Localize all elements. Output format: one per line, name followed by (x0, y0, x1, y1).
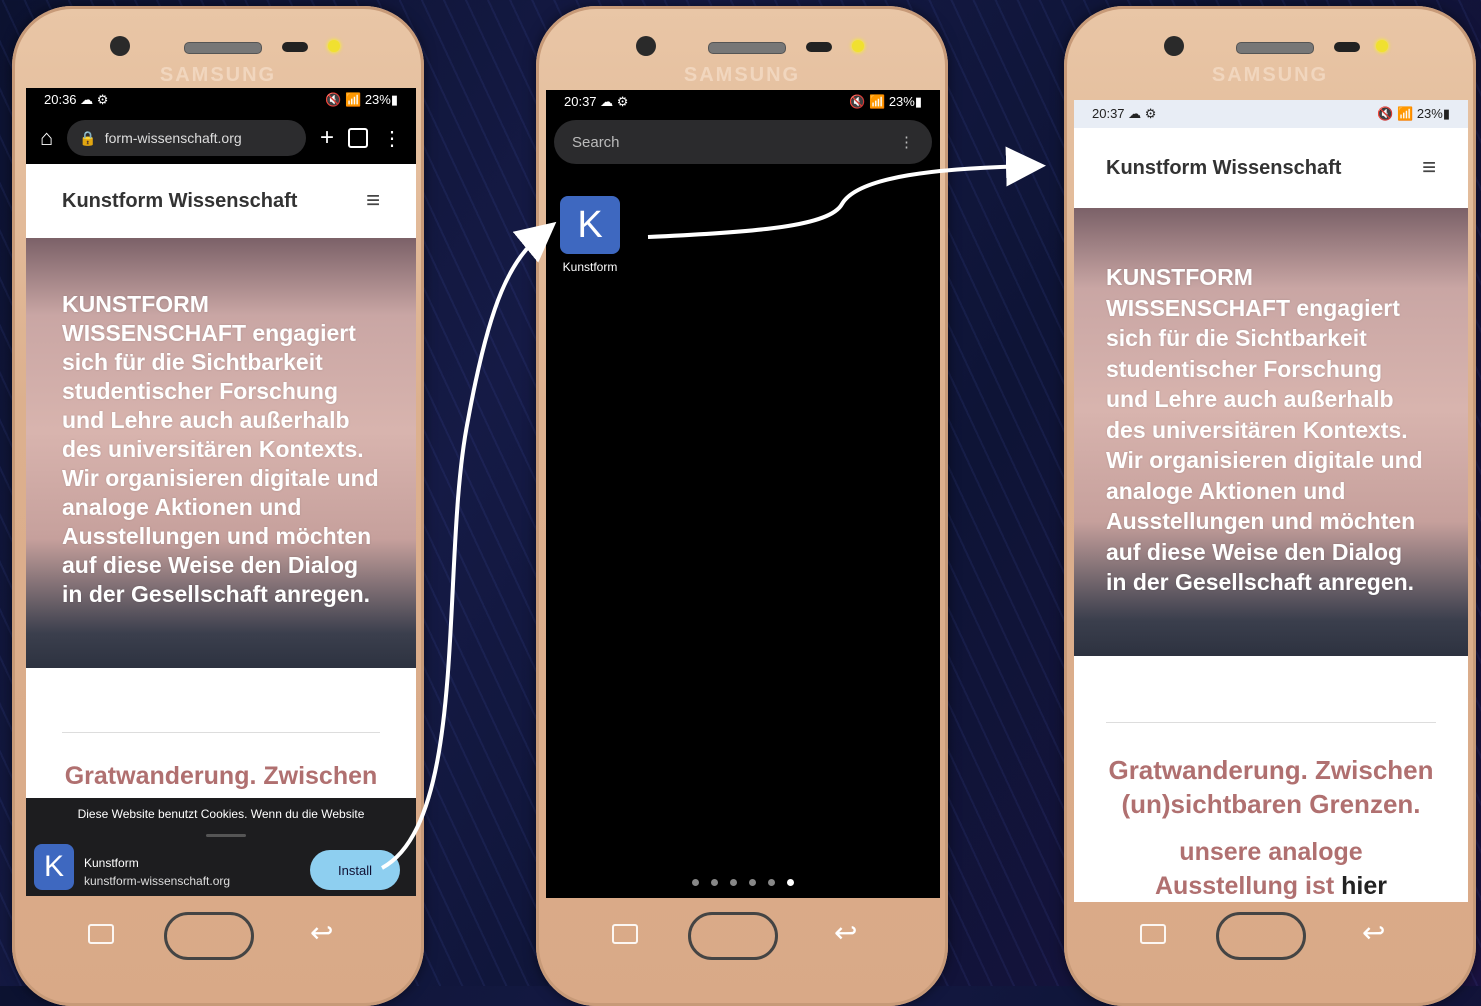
arrow-launcher-to-app (647, 146, 1046, 239)
flow-arrows (381, 146, 1046, 870)
arrow-install-to-launcher (381, 221, 557, 870)
